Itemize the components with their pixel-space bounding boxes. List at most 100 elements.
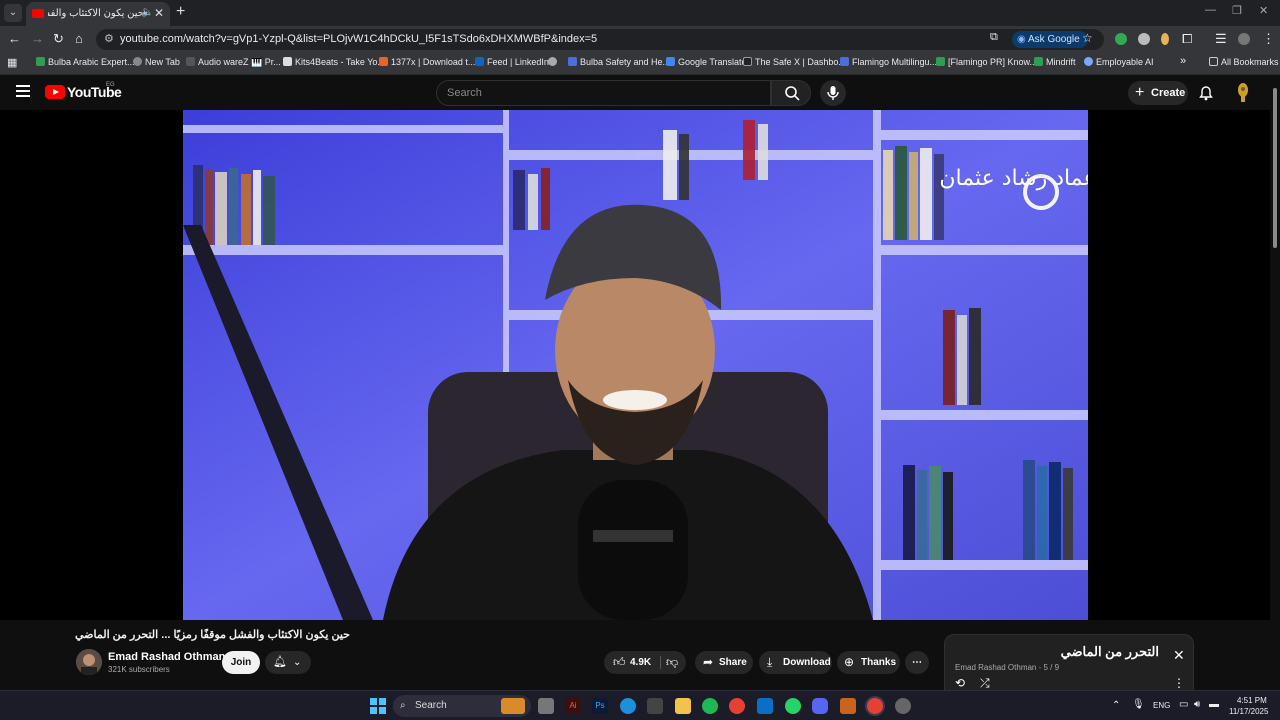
whatsapp-icon[interactable] (785, 698, 801, 714)
bookmark-item[interactable]: [Flamingo PR] Know... (936, 57, 1037, 67)
bookmark-star-icon[interactable]: ☆ (1082, 31, 1093, 45)
maximize-icon[interactable]: ❐ (1232, 4, 1242, 17)
extensions-puzzle-icon[interactable]: ⧠ (1182, 31, 1192, 47)
youtube-header: YouTube EG Search + Create (0, 76, 1270, 110)
battery-icon[interactable]: ▬ (1209, 699, 1219, 710)
media-control-icon[interactable]: ☰ (1215, 31, 1227, 47)
channel-avatar[interactable] (76, 649, 102, 675)
new-tab-icon[interactable]: + (176, 3, 185, 21)
create-button[interactable]: + Create (1128, 81, 1188, 105)
video-player[interactable]: عماد رشاد عثمان (0, 110, 1270, 620)
input-language[interactable]: ENG (1153, 701, 1170, 710)
browser-tab-youtube[interactable]: حين يكون الاكتئاب والفشل م... 🔈 ✕ (26, 2, 170, 26)
shuffle-icon[interactable]: ⤮ (980, 676, 990, 691)
site-info-icon[interactable]: ⚙ (104, 32, 114, 45)
show-hidden-icons-chevron-icon[interactable]: ⌃ (1112, 700, 1120, 711)
video-frame[interactable]: عماد رشاد عثمان (183, 110, 1088, 620)
bookmark-item[interactable]: Kits4Beats - Take Yo... (283, 57, 385, 67)
app-icon[interactable] (895, 698, 911, 714)
network-icon[interactable]: ▭ (1179, 699, 1188, 710)
like-button[interactable]: 👍︎ 4.9K 👎︎ (604, 651, 686, 674)
channel-name[interactable]: Emad Rashad Othman (108, 651, 225, 663)
reload-icon[interactable]: ↻ (53, 31, 64, 47)
youtube-logo-icon[interactable] (45, 85, 65, 99)
join-button[interactable]: Join (222, 651, 260, 674)
thanks-label: Thanks (861, 657, 897, 668)
clock-time[interactable]: 4:51 PM (1237, 696, 1267, 705)
thanks-button[interactable]: ⊕ Thanks (837, 651, 900, 674)
bookmark-item[interactable]: Bulba Safety and He... (568, 57, 670, 67)
playlist-title[interactable]: التحرر من الماضي (1061, 644, 1159, 660)
super-thanks-icon: ⊕ (844, 655, 855, 669)
bookmarks-overflow[interactable]: » (1180, 55, 1186, 67)
url-text[interactable]: youtube.com/watch?v=gVp1-Yzpl-Q&list=PLO… (120, 33, 597, 45)
download-button[interactable]: ⤓ Download (759, 651, 832, 674)
menu-icon[interactable] (16, 85, 30, 97)
extension-icon[interactable] (1161, 33, 1169, 45)
forward-icon[interactable]: → (31, 31, 44, 46)
subscription-notification-button[interactable]: 🔔︎ ⌄ (265, 651, 311, 674)
bookmark-item[interactable]: Audio wareZ 🎹 Pr... (186, 57, 281, 68)
bookmark-item[interactable]: Feed | LinkedIn (475, 57, 549, 67)
ask-google-button[interactable]: ◉ Ask Google (1012, 31, 1088, 48)
vscode-icon[interactable] (757, 698, 773, 714)
bookmark-item[interactable]: Google Translate (666, 57, 747, 67)
volume-icon[interactable]: 🔊︎ (1194, 699, 1200, 710)
window-close-icon[interactable]: ✕ (1259, 4, 1268, 17)
minimize-icon[interactable]: — (1205, 4, 1216, 16)
thumbs-down-icon[interactable]: 👎︎ (666, 651, 678, 674)
tab-audio-icon[interactable]: 🔈 (141, 7, 153, 18)
chrome-icon[interactable] (729, 698, 745, 714)
spotify-icon[interactable] (702, 698, 718, 714)
photoshop-icon[interactable]: Ps (592, 698, 608, 714)
extension-icon[interactable] (1138, 33, 1150, 45)
install-app-icon[interactable]: ⧉ (990, 31, 998, 44)
notifications-bell-icon[interactable] (1198, 85, 1214, 104)
bookmark-label: Google Translate (678, 57, 747, 67)
task-view-icon[interactable] (538, 698, 554, 714)
bookmark-item[interactable]: Employable AI (1084, 57, 1154, 67)
app-icon[interactable] (647, 698, 663, 714)
all-bookmarks[interactable]: All Bookmarks (1209, 57, 1279, 67)
playlist-close-icon[interactable]: ✕ (1173, 647, 1185, 664)
chrome-active-icon[interactable] (867, 698, 883, 714)
tab-close-icon[interactable]: ✕ (154, 6, 164, 20)
bookmark-item[interactable]: 1377x | Download t... (379, 57, 475, 67)
playlist-owner[interactable]: Emad Rashad Othman (955, 663, 1036, 672)
bookmark-item[interactable]: Bulba Arabic Expert... (36, 57, 135, 67)
windows-start-icon[interactable] (370, 698, 386, 714)
more-actions-button[interactable]: ⋯ (905, 651, 929, 674)
app-icon[interactable] (840, 698, 856, 714)
playlist-more-icon[interactable]: ⋮ (1173, 676, 1185, 690)
share-button[interactable]: ➦ Share (695, 651, 753, 674)
sheets-icon (936, 57, 945, 66)
taskbar-search[interactable]: ⌕ Search (393, 695, 531, 717)
chrome-menu-icon[interactable]: ⋮ (1262, 31, 1275, 47)
illustrator-icon[interactable]: Ai (565, 698, 581, 714)
account-avatar[interactable] (1233, 82, 1253, 104)
home-icon[interactable]: ⌂ (75, 31, 83, 46)
scrollbar-thumb[interactable] (1273, 88, 1277, 248)
page-scrollbar[interactable] (1270, 76, 1280, 690)
voice-search-button[interactable] (820, 80, 846, 106)
address-bar[interactable]: ⚙ youtube.com/watch?v=gVp1-Yzpl-Q&list=P… (96, 29, 1104, 50)
discord-icon[interactable] (812, 698, 828, 714)
search-button[interactable] (771, 80, 811, 106)
apps-grid-icon[interactable]: ▦ (7, 56, 17, 69)
bookmark-item[interactable]: New Tab (133, 57, 180, 67)
tab-search-chevron-icon[interactable]: ⌄ (4, 4, 22, 22)
bookmark-item[interactable]: Flamingo Multilingu... (840, 57, 937, 67)
profile-avatar[interactable] (1238, 33, 1250, 45)
bookmark-item[interactable]: Mindrift (1034, 57, 1076, 67)
file-explorer-icon[interactable] (675, 698, 691, 714)
edge-icon[interactable] (620, 698, 636, 714)
loop-playlist-icon[interactable]: ⟲ (955, 676, 965, 690)
microphone-tray-icon[interactable]: 🎙︎ (1132, 699, 1145, 710)
bookmark-item[interactable]: The Safe X | Dashbo... (743, 57, 846, 67)
back-icon[interactable]: ← (8, 31, 21, 46)
clock-date[interactable]: 11/17/2025 (1229, 707, 1268, 716)
thumbs-up-icon: 👍︎ (613, 655, 626, 669)
extension-icon[interactable] (1115, 33, 1127, 45)
bookmark-item[interactable] (548, 57, 560, 67)
search-input[interactable]: Search (436, 80, 771, 106)
